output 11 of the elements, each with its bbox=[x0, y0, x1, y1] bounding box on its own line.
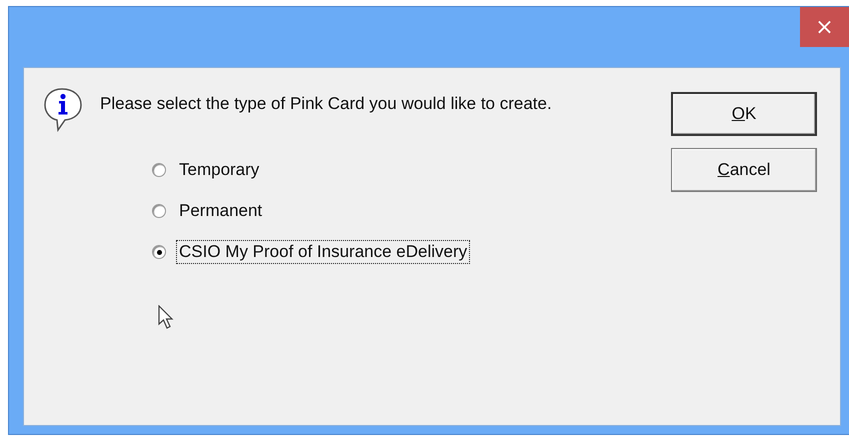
dialog-button[interactable]: Cancel bbox=[671, 148, 817, 192]
mouse-cursor-icon bbox=[158, 305, 174, 331]
option-label[interactable]: Temporary bbox=[176, 158, 262, 182]
close-button[interactable]: × bbox=[800, 7, 849, 47]
radio-button[interactable] bbox=[152, 245, 166, 259]
radio-button[interactable] bbox=[152, 204, 166, 218]
radio-button[interactable] bbox=[152, 163, 166, 177]
option-label[interactable]: CSIO My Proof of Insurance eDelivery bbox=[176, 240, 470, 264]
option-label[interactable]: Permanent bbox=[176, 199, 266, 223]
dialog-button[interactable]: OK bbox=[671, 92, 817, 136]
message-text: Please select the type of Pink Card you would like to create. bbox=[100, 93, 553, 115]
